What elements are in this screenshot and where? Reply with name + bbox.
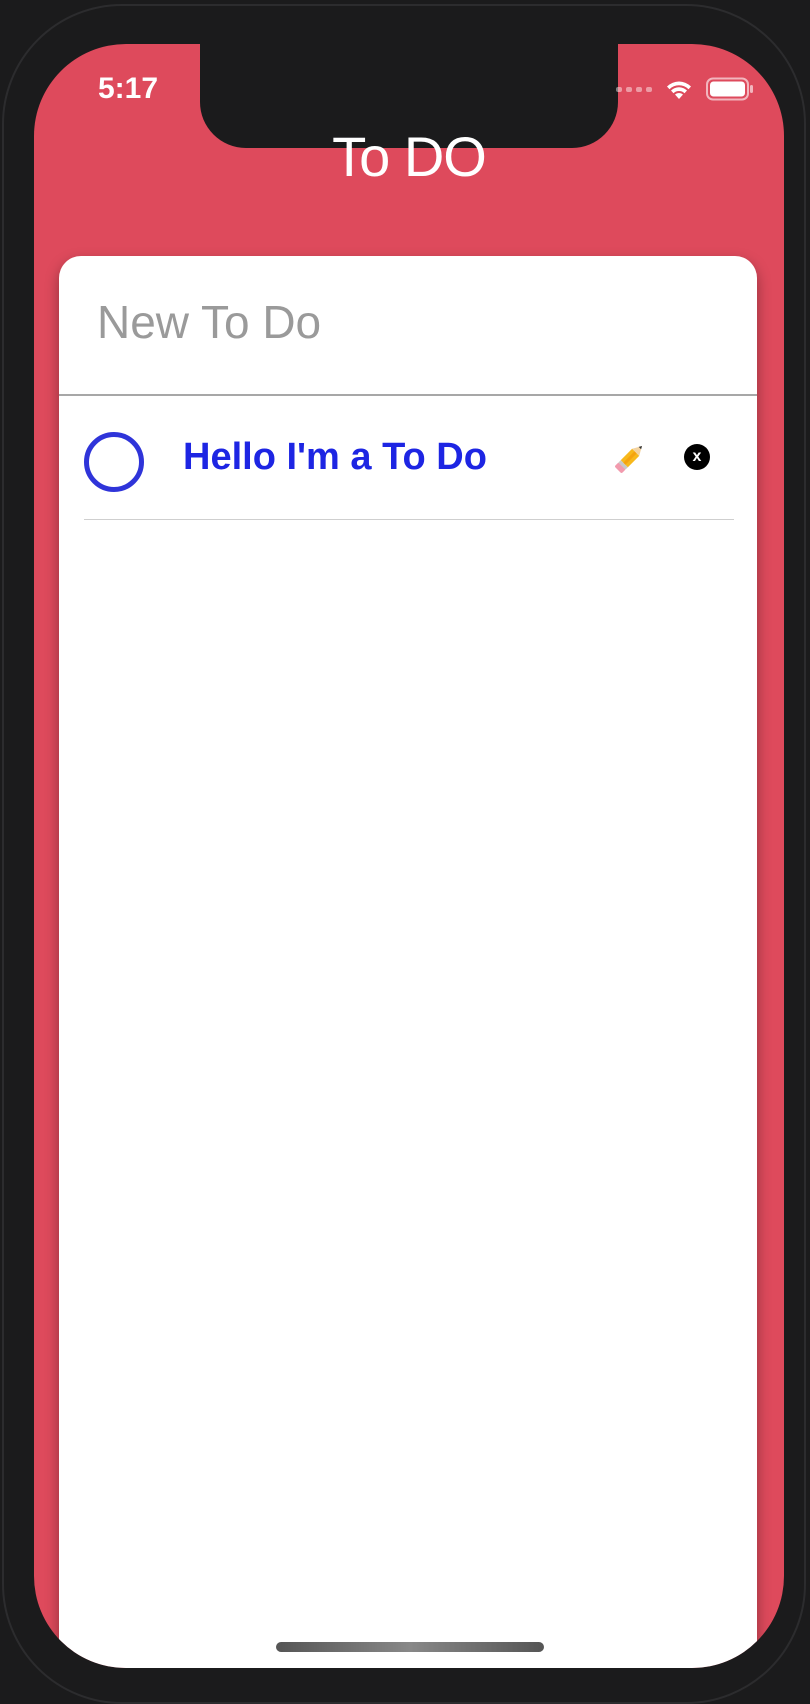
todo-item[interactable]: Hello I'm a To Do x — [84, 396, 734, 520]
todo-card: Hello I'm a To Do x — [59, 256, 757, 1668]
wifi-icon — [667, 81, 691, 99]
app-screen: 5:17 To DO Hello I'm a To — [34, 44, 784, 1668]
status-time: 5:17 — [98, 72, 159, 105]
battery-icon — [706, 77, 753, 101]
new-todo-input[interactable] — [97, 286, 717, 358]
device-frame: 5:17 To DO Hello I'm a To — [0, 0, 810, 1704]
status-icons — [616, 76, 754, 102]
todo-complete-checkbox[interactable] — [84, 432, 144, 492]
todo-text: Hello I'm a To Do — [183, 436, 487, 478]
delete-icon[interactable]: x — [684, 444, 710, 470]
pencil-icon[interactable] — [610, 438, 650, 478]
new-todo-section — [59, 256, 757, 396]
home-indicator[interactable] — [276, 1642, 544, 1652]
cellular-signal-icon — [616, 86, 652, 92]
app-title: To DO — [332, 125, 487, 188]
